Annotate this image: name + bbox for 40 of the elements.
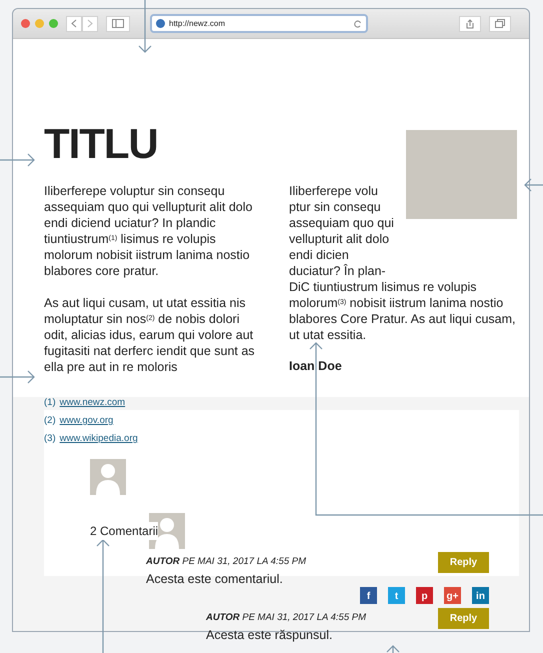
- facebook-icon[interactable]: f: [360, 586, 377, 604]
- article-paragraph: Iliberferepe volu ptur sin consequ assequiam quo qui vellupturit alit dolo endi dicien duciatur? În plan-: [289, 183, 395, 279]
- url-text: http://newz.com: [169, 18, 226, 30]
- twitter-icon[interactable]: t: [388, 586, 405, 604]
- forward-icon[interactable]: [82, 16, 98, 32]
- footnote-number: (2): [44, 414, 56, 428]
- share-icon[interactable]: [459, 16, 481, 32]
- arrow: [0, 370, 36, 384]
- footnote-link[interactable]: www.gov.org: [60, 413, 114, 428]
- linkedin-icon[interactable]: in: [472, 586, 489, 604]
- author-name: Ioan Doe: [289, 358, 343, 375]
- comment-meta: AUTOR PE MAI 31, 2017 LA 4:55 PM: [146, 555, 306, 570]
- comment-text: Acesta este răspunsul.: [206, 626, 334, 644]
- article-paragraph: As aut liqui cusam, ut utat essitia nis moluptatur sin nos$^{(2)}$ de nobis dolori odit, alicias idus, earum qui volore aut fugitasiti nat derferc iendit que sunt as ella pre aut in re moloris: [44, 295, 256, 375]
- close-icon[interactable]: [21, 19, 30, 28]
- sidebar-icon[interactable]: [106, 16, 130, 32]
- arrow: [524, 178, 543, 192]
- arrow: [138, 0, 152, 54]
- tabs-icon[interactable]: [489, 16, 511, 32]
- address-field[interactable]: http://newz.com: [150, 14, 368, 33]
- article-title: TITLU: [44, 121, 159, 167]
- maximize-icon[interactable]: [49, 19, 58, 28]
- footnote-number: (3): [44, 432, 56, 446]
- footnote-link[interactable]: www.wikipedia.org: [60, 431, 138, 446]
- reload-icon[interactable]: [354, 20, 362, 28]
- avatar-icon: [90, 459, 126, 495]
- article-paragraph: Iliberferepe voluptur sin consequ assequiam quo qui vellupturit alit dolo endi diciend uciatur? In plandic tiuntiustrum$^{(1)}$ lisimus re volupis molorum nobisit iistrum lanima nostio blabores core pratur.: [44, 183, 254, 279]
- reply-button[interactable]: Reply: [438, 552, 489, 573]
- footnote-number: (1): [44, 396, 56, 410]
- globe-icon: [156, 19, 165, 28]
- comment-count: 2 Comentarii: [90, 522, 158, 540]
- article-paragraph: DiC tiuntiustrum lisimus re volupis molorum$^{(3)}$ nobisit iistrum lanima nostio blabores Core Pratur. As aut liqui cusam, ut utat essitia.: [289, 279, 517, 343]
- comment-text: Acesta este comentariul.: [146, 571, 284, 588]
- arrow: [0, 153, 36, 167]
- google-plus-icon[interactable]: g+: [444, 586, 461, 604]
- footnote-link[interactable]: www.newz.com: [60, 395, 126, 410]
- comment-meta: AUTOR PE MAI 31, 2017 LA 4:55 PM: [206, 611, 366, 626]
- reply-button[interactable]: Reply: [438, 608, 489, 629]
- back-icon[interactable]: [66, 16, 82, 32]
- pinterest-icon[interactable]: p: [416, 586, 433, 604]
